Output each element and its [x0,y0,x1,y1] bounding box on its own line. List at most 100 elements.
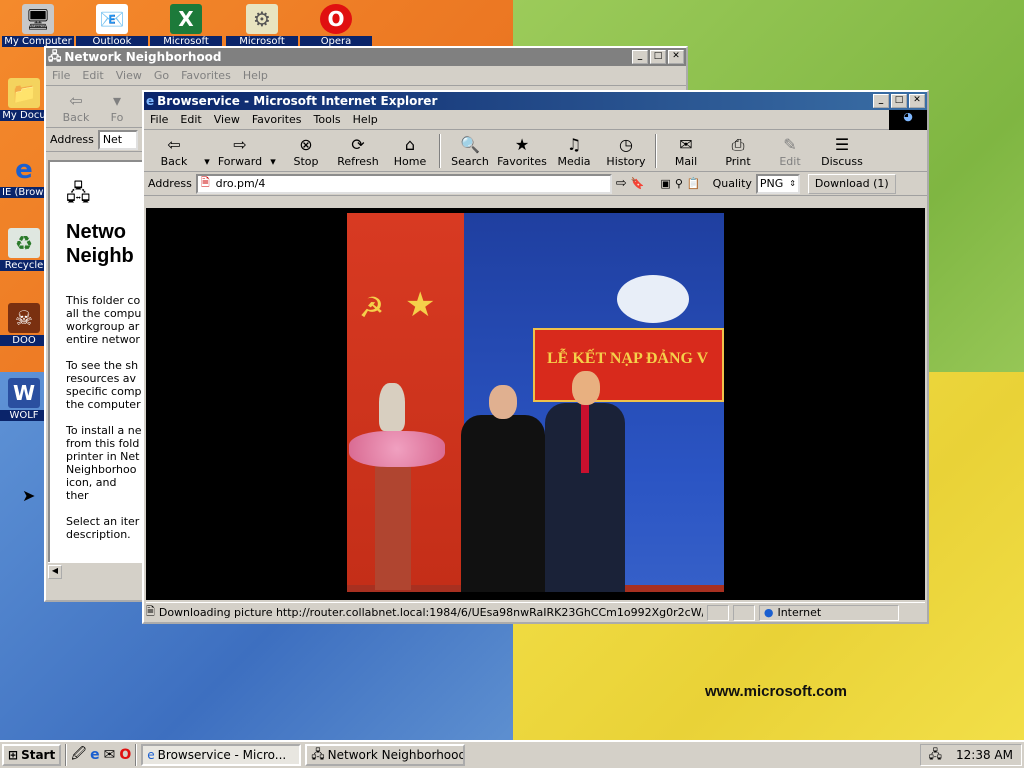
menu-edit[interactable]: Edit [76,69,109,82]
toolbar-label: Edit [779,155,801,168]
text-line: specific comp [66,385,142,398]
address-label: Address [148,177,192,190]
task-label: Network Neighborhood [327,748,466,762]
desktop-icon-my-documents[interactable]: 📁 My Docu [0,78,48,121]
outlook-icon[interactable]: ✉ [104,747,116,763]
text-line: description. [66,528,131,541]
go-arrow-icon[interactable]: ⇨ [616,176,627,191]
menu-favorites[interactable]: Favorites [246,113,308,126]
task-network-neighborhood[interactable]: 🖧 Network Neighborhood [305,744,466,766]
scroll-left-button[interactable]: ◀ [48,565,62,579]
close-button[interactable]: ✕ [668,50,684,64]
maximize-button[interactable]: □ [650,50,666,64]
forward-button[interactable]: ▾ Fo [102,92,132,127]
minimize-button[interactable]: _ [873,94,889,108]
start-button[interactable]: ⊞ Start [2,744,62,766]
address-input[interactable]: 🗎 dro.pm/4 [195,173,612,194]
toolbar-label: Home [393,155,427,168]
clipboard-icon[interactable]: 📋 [687,177,701,190]
back-dropdown[interactable]: ▾ [200,155,214,171]
maximize-button[interactable]: □ [891,94,907,108]
print-button[interactable]: ⎙ Print [712,136,764,171]
back-button[interactable]: ⇦ Back [50,92,102,127]
forward-button[interactable]: ⇨ Forward [214,136,266,171]
browser-titlebar[interactable]: e Browservice - Microsoft Internet Explo… [144,92,927,110]
network-heading: Netwo Neighb [66,220,142,268]
wolf-icon: W [8,378,40,408]
find-icon[interactable]: ⚲ [675,177,683,190]
minimize-button[interactable]: _ [632,50,648,64]
zoom-out-icon[interactable]: ▣ [660,177,670,190]
history-button[interactable]: ◷ History [600,136,652,171]
history-icon: ◷ [619,135,633,154]
refresh-button[interactable]: ⟳ Refresh [332,136,384,171]
edit-button[interactable]: ✎ Edit [764,136,816,171]
horizontal-scrollbar[interactable]: ◀ [48,562,144,579]
quality-select[interactable]: PNG ⇕ [755,173,800,194]
desktop-icon-my-computer[interactable]: 🖥 My Computer [2,4,74,47]
ie-icon[interactable]: e [90,747,100,763]
menu-go[interactable]: Go [148,69,175,82]
menu-help[interactable]: Help [237,69,274,82]
text-line: from this fold [66,437,140,450]
heading-line: Netwo [66,221,126,243]
address-input[interactable]: Net [97,129,138,150]
desktop-icon-doom[interactable]: ☠ DOO [0,303,48,346]
desktop-icon-wolf[interactable]: W WOLF [0,378,48,421]
back-button[interactable]: ⇦ Back [148,136,200,171]
toolbar-label: Refresh [337,155,379,168]
favorites-icon: ★ [514,135,530,154]
network-menu-bar: File Edit View Go Favorites Help [46,66,686,86]
desktop-icon-recycle[interactable]: ♻ Recycle [0,228,48,271]
desktop-icon-app[interactable]: ⚙ Microsoft [226,4,298,47]
spinner-icon: ⇕ [789,179,796,188]
recycle-icon: ♻ [8,228,40,258]
downloaded-photo: ☭ ★ LỄ KẾT NẠP ĐẢNG V [347,213,724,592]
forward-label: Fo [110,111,124,124]
download-button[interactable]: Download (1) [807,173,896,194]
favorites-button[interactable]: ★ Favorites [496,136,548,171]
task-browservice[interactable]: e Browservice - Micro... [141,744,302,766]
forward-dropdown[interactable]: ▾ [266,155,280,171]
discuss-button[interactable]: ☰ Discuss [816,136,868,171]
desktop-icon-label: Recycle [0,260,48,271]
opera-icon[interactable]: O [119,747,131,763]
toolbar-label: Back [160,155,188,168]
network-window-titlebar[interactable]: 🖧 Network Neighborhood _ □ ✕ [46,48,686,66]
mail-button[interactable]: ✉ Mail [660,136,712,171]
stop-button[interactable]: ⊗ Stop [280,136,332,171]
edit-icon: ✎ [783,135,797,154]
start-label: Start [21,748,56,762]
media-button[interactable]: ♫ Media [548,136,600,171]
toolbar-label: Discuss [821,155,863,168]
paragraph: Select an iter description. [66,515,142,541]
text-line: printer in Net [66,450,140,463]
menu-view[interactable]: View [110,69,148,82]
menu-edit[interactable]: Edit [174,113,207,126]
desktop-icon-excel[interactable]: X Microsoft [150,4,222,47]
bookmark-icon[interactable]: 🔖 [631,177,645,190]
menu-file[interactable]: File [46,69,76,82]
desktop-icon-ie[interactable]: e IE (Browser [0,155,48,198]
text-line: Neighborhoo [66,463,137,476]
stop-icon: ⊗ [299,135,313,154]
desktop-icon-outlook[interactable]: 📧 Outlook [76,4,148,47]
text-line: resources av [66,372,137,385]
show-desktop-icon[interactable]: 🖉 [71,743,86,767]
forward-arrow-icon: ⇨ [233,135,247,154]
desktop-icon-opera[interactable]: O Opera [300,4,372,47]
discuss-icon: ☰ [834,135,850,154]
menu-file[interactable]: File [144,113,174,126]
menu-favorites[interactable]: Favorites [175,69,237,82]
desktop-icon-label: My Docu [0,110,48,121]
close-button[interactable]: ✕ [909,94,925,108]
menu-help[interactable]: Help [347,113,384,126]
menu-view[interactable]: View [208,113,246,126]
menu-tools[interactable]: Tools [308,113,347,126]
opera-icon: O [320,4,352,34]
back-arrow-icon: ⇦ [69,91,83,110]
search-button[interactable]: 🔍 Search [444,136,496,171]
network-tray-icon[interactable]: 🖧 [929,745,942,766]
clock[interactable]: 12:38 AM [956,748,1013,762]
home-button[interactable]: ⌂ Home [384,136,436,171]
